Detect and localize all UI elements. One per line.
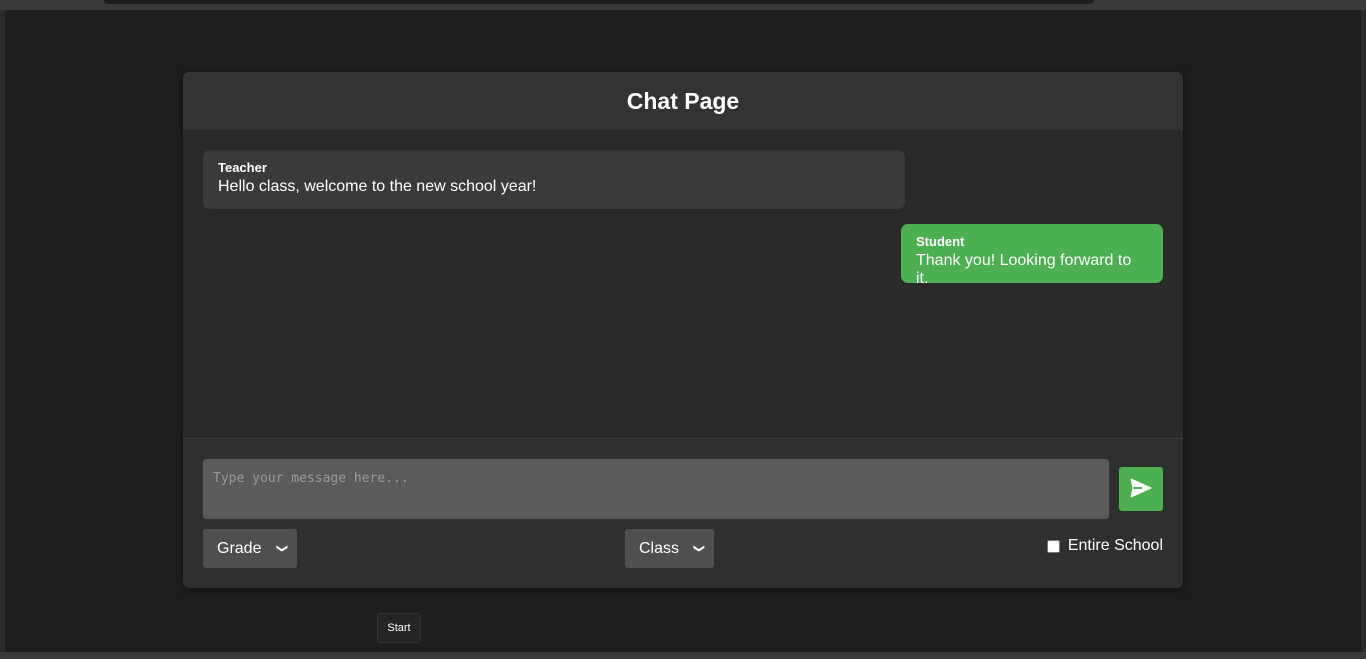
class-select[interactable]: Class ❯ [625, 529, 714, 568]
chat-container: Chat Page Teacher Hello class, welcome t… [183, 72, 1183, 588]
message-list[interactable]: Teacher Hello class, welcome to the new … [183, 130, 1183, 439]
message-student: Student Thank you! Looking forward to it… [901, 224, 1163, 287]
chat-header: Chat Page [183, 72, 1183, 130]
message-sender: Student [916, 234, 965, 249]
entire-school-checkbox[interactable] [1046, 539, 1060, 553]
send-button[interactable] [1119, 467, 1163, 511]
message-sender: Teacher [218, 160, 267, 175]
message-composer: Grade ❯ Class ❯ Entire School [183, 439, 1183, 588]
page-viewport: Chat Page Teacher Hello class, welcome t… [5, 10, 1361, 652]
message-input[interactable] [203, 459, 1109, 519]
send-icon [1130, 478, 1152, 501]
class-select-value: Class [639, 539, 680, 557]
entire-school-label: Entire School [1067, 537, 1163, 554]
browser-top-bar [104, 0, 1094, 4]
page-title: Chat Page [626, 87, 740, 114]
start-button[interactable]: Start [377, 613, 421, 643]
message-text: Thank you! Looking forward to it. [916, 252, 1132, 287]
grade-select[interactable]: Grade ❯ [203, 529, 297, 568]
grade-select-value: Grade [217, 539, 262, 557]
message-teacher: Teacher Hello class, welcome to the new … [203, 150, 905, 209]
chevron-down-icon: ❯ [692, 543, 705, 554]
chevron-down-icon: ❯ [275, 543, 288, 554]
browser-bottom-strip [0, 652, 1366, 659]
entire-school-toggle[interactable]: Entire School [1046, 537, 1163, 555]
message-text: Hello class, welcome to the new school y… [218, 178, 537, 195]
